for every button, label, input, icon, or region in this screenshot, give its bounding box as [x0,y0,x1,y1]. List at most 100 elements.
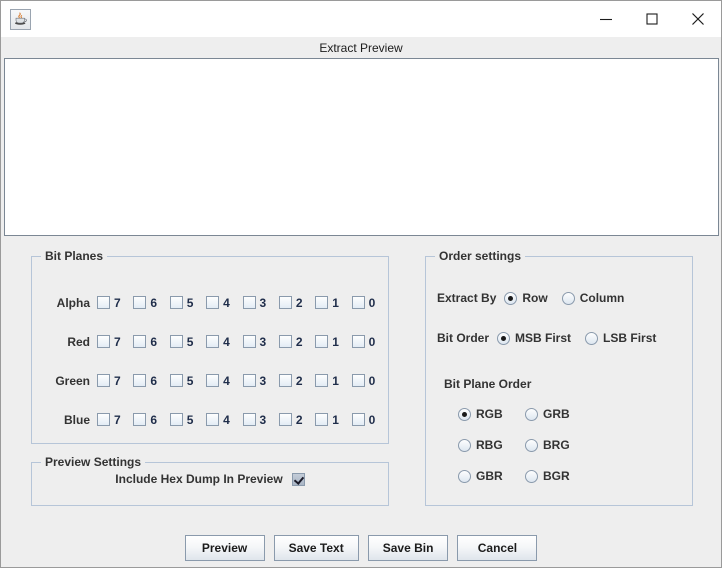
bit-plane-cell-green-1[interactable]: 1 [315,374,351,388]
bit-plane-cell-green-7[interactable]: 7 [97,374,133,388]
bit-plane-checkbox-alpha-7[interactable] [97,296,110,309]
bit-plane-checkbox-red-7[interactable] [97,335,110,348]
bit-plane-cell-blue-2[interactable]: 2 [279,413,315,427]
bit-plane-checkbox-green-1[interactable] [315,374,328,387]
bit-plane-checkbox-alpha-5[interactable] [170,296,183,309]
bit-plane-checkbox-alpha-4[interactable] [206,296,219,309]
bit-plane-cell-red-2[interactable]: 2 [279,335,315,349]
bit-plane-cell-alpha-5[interactable]: 5 [170,296,206,310]
bit-plane-checkbox-red-0[interactable] [352,335,365,348]
bit-plane-cell-red-1[interactable]: 1 [315,335,351,349]
bit-plane-cell-green-5[interactable]: 5 [170,374,206,388]
bit-plane-cell-red-3[interactable]: 3 [243,335,279,349]
bit-plane-cell-blue-3[interactable]: 3 [243,413,279,427]
extract-by-column-radio[interactable] [562,292,575,305]
bit-plane-order-option-brg[interactable]: BRG [525,438,592,452]
bit-plane-order-radio-bgr[interactable] [525,470,538,483]
close-button[interactable] [675,1,721,37]
bit-plane-cell-red-6[interactable]: 6 [133,335,169,349]
bit-plane-checkbox-blue-7[interactable] [97,413,110,426]
cancel-button[interactable]: Cancel [457,535,537,561]
bit-plane-cell-green-4[interactable]: 4 [206,374,242,388]
bit-plane-checkbox-green-0[interactable] [352,374,365,387]
bit-plane-checkbox-green-4[interactable] [206,374,219,387]
save-text-button[interactable]: Save Text [274,535,359,561]
preview-button[interactable]: Preview [185,535,265,561]
bit-order-msb-radio[interactable] [497,332,510,345]
bit-plane-checkbox-red-1[interactable] [315,335,328,348]
bit-order-option-lsb[interactable]: LSB First [585,331,656,345]
bit-plane-bit-label: 0 [369,296,376,310]
bit-plane-cell-blue-4[interactable]: 4 [206,413,242,427]
bit-plane-checkbox-red-5[interactable] [170,335,183,348]
bit-plane-checkbox-green-2[interactable] [279,374,292,387]
bit-plane-cell-red-0[interactable]: 0 [352,335,388,349]
bit-plane-order-option-rgb[interactable]: RGB [458,407,525,421]
bit-plane-cell-blue-5[interactable]: 5 [170,413,206,427]
bit-plane-cell-green-3[interactable]: 3 [243,374,279,388]
bit-plane-cell-red-5[interactable]: 5 [170,335,206,349]
bit-plane-cell-green-6[interactable]: 6 [133,374,169,388]
bit-plane-order-option-rbg[interactable]: RBG [458,438,525,452]
bit-plane-checkbox-alpha-3[interactable] [243,296,256,309]
bit-plane-checkbox-green-3[interactable] [243,374,256,387]
bit-plane-order-option-grb[interactable]: GRB [525,407,592,421]
bit-plane-cell-red-4[interactable]: 4 [206,335,242,349]
bit-plane-cell-alpha-1[interactable]: 1 [315,296,351,310]
extract-preview-window: Extract Preview Bit Planes Alpha76543210… [0,0,722,568]
bit-plane-cell-alpha-0[interactable]: 0 [352,296,388,310]
bit-plane-cell-red-7[interactable]: 7 [97,335,133,349]
bit-plane-checkbox-blue-2[interactable] [279,413,292,426]
order-settings-panel: Order settings Extract By Row Column Bit… [425,256,693,506]
bit-plane-order-radio-brg[interactable] [525,439,538,452]
bit-plane-order-radio-gbr[interactable] [458,470,471,483]
bit-plane-checkbox-green-5[interactable] [170,374,183,387]
bit-plane-order-option-label: GBR [476,469,503,483]
bit-plane-order-option-bgr[interactable]: BGR [525,469,592,483]
bit-plane-cell-blue-7[interactable]: 7 [97,413,133,427]
bit-plane-cell-alpha-7[interactable]: 7 [97,296,133,310]
bit-plane-cell-alpha-3[interactable]: 3 [243,296,279,310]
bit-plane-order-radio-rgb[interactable] [458,408,471,421]
bit-plane-checkbox-alpha-1[interactable] [315,296,328,309]
bit-plane-cell-green-0[interactable]: 0 [352,374,388,388]
save-bin-button[interactable]: Save Bin [368,535,449,561]
maximize-button[interactable] [629,1,675,37]
bit-order-option-msb[interactable]: MSB First [497,331,571,345]
bit-plane-checkbox-alpha-0[interactable] [352,296,365,309]
extract-preview-textarea[interactable] [4,58,719,236]
bit-plane-bit-label: 2 [296,335,303,349]
extract-by-option-row[interactable]: Row [504,291,547,305]
bit-plane-checkbox-blue-6[interactable] [133,413,146,426]
bit-plane-order-radio-grb[interactable] [525,408,538,421]
bit-plane-checkbox-red-4[interactable] [206,335,219,348]
bit-plane-cell-blue-0[interactable]: 0 [352,413,388,427]
include-hex-dump-checkbox[interactable] [292,473,305,486]
bit-plane-cell-alpha-6[interactable]: 6 [133,296,169,310]
bit-plane-checkbox-red-2[interactable] [279,335,292,348]
extract-by-row-radio[interactable] [504,292,517,305]
bit-plane-checkbox-blue-4[interactable] [206,413,219,426]
bit-plane-checkbox-blue-5[interactable] [170,413,183,426]
minimize-button[interactable] [583,1,629,37]
bit-order-lsb-radio[interactable] [585,332,598,345]
bit-plane-checkbox-red-3[interactable] [243,335,256,348]
bit-plane-checkbox-green-6[interactable] [133,374,146,387]
bit-plane-cell-alpha-4[interactable]: 4 [206,296,242,310]
bit-plane-cell-blue-6[interactable]: 6 [133,413,169,427]
bit-plane-checkbox-blue-1[interactable] [315,413,328,426]
bit-plane-checkbox-green-7[interactable] [97,374,110,387]
bit-plane-cell-green-2[interactable]: 2 [279,374,315,388]
bit-plane-checkbox-blue-3[interactable] [243,413,256,426]
bit-plane-bit-label: 0 [369,335,376,349]
bit-plane-checkbox-blue-0[interactable] [352,413,365,426]
bit-plane-cell-alpha-2[interactable]: 2 [279,296,315,310]
bit-plane-order-option-gbr[interactable]: GBR [458,469,525,483]
bit-plane-cell-blue-1[interactable]: 1 [315,413,351,427]
bit-plane-bit-label: 1 [332,374,339,388]
bit-plane-checkbox-alpha-2[interactable] [279,296,292,309]
bit-plane-checkbox-alpha-6[interactable] [133,296,146,309]
bit-plane-checkbox-red-6[interactable] [133,335,146,348]
extract-by-option-column[interactable]: Column [562,291,625,305]
bit-plane-order-radio-rbg[interactable] [458,439,471,452]
